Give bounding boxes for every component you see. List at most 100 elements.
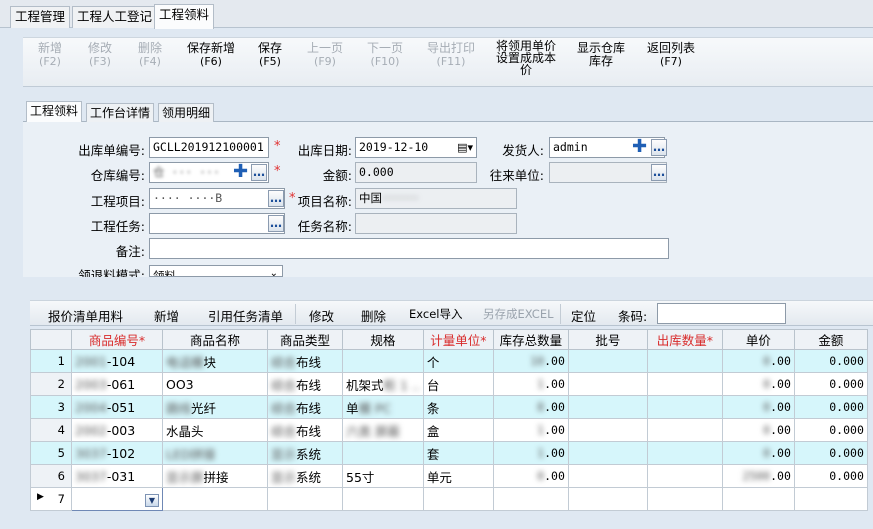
new-row-cell[interactable] [492, 487, 569, 511]
row-number[interactable]: 1 [30, 349, 72, 373]
cell-amount[interactable]: 0.000 [793, 441, 868, 465]
table-row[interactable]: 5 3037-102 LED拼接 显示系统套 1.00 0.00 0.000 [30, 441, 868, 465]
sender-field[interactable]: admin [549, 137, 665, 158]
new-row-cell[interactable] [162, 487, 268, 511]
remark-field[interactable] [149, 238, 669, 259]
delete-button[interactable]: 删除 (F4) [133, 42, 167, 69]
tab-material-requisition[interactable]: 工程领料 [26, 101, 83, 123]
out-no-field[interactable]: GCLL201912100001 [149, 137, 269, 158]
cell-spec[interactable] [342, 349, 424, 373]
col-batch-no[interactable]: 批号 [567, 329, 648, 350]
cell-product-code[interactable]: 2001-104 [71, 349, 163, 373]
cell-product-name[interactable]: OO3 [162, 372, 268, 396]
cell-amount[interactable]: 0.000 [793, 395, 868, 419]
cell-amount[interactable]: 0.000 [793, 464, 868, 488]
cell-product-type[interactable]: 综合布线 [267, 418, 343, 442]
export-print-button[interactable]: 导出打印 (F11) [423, 42, 479, 69]
cell-batch-no[interactable] [567, 395, 648, 419]
cell-out-qty[interactable] [646, 349, 723, 373]
cell-unit[interactable]: 台 [422, 372, 494, 396]
cell-unit[interactable]: 盒 [422, 418, 494, 442]
cell-product-name[interactable]: 电话模块 [162, 349, 268, 373]
table-row[interactable]: 4 2002-003 水晶头 综合布线 六类 屏蔽盒 1.00 0.00 0.000 [30, 418, 868, 442]
mode-dropdown-icon[interactable]: ⌄ [270, 266, 278, 276]
row-number[interactable]: 4 [30, 418, 72, 442]
save-as-excel-button[interactable]: 另存成EXCEL [483, 306, 554, 322]
cell-product-code[interactable]: 2003-061 [71, 372, 163, 396]
excel-import-button[interactable]: Excel导入 [409, 306, 462, 322]
table-row[interactable]: 1 2001-104 电话模块 综合布线个 10.00 0.00 0.000 [30, 349, 868, 373]
tab-workbench-details[interactable]: 工作台详情 [86, 103, 155, 123]
cell-unit-price[interactable]: 0.00 [721, 395, 795, 419]
save-button[interactable]: 保存 (F5) [253, 42, 287, 69]
project-browse-button[interactable]: … [268, 190, 284, 207]
show-stock-button[interactable]: 显示仓库 库存 [573, 42, 629, 68]
cell-product-type[interactable]: 显示系统 [267, 464, 343, 488]
cell-product-code[interactable]: 3037-031 [71, 464, 163, 488]
row-number[interactable]: 5 [30, 441, 72, 465]
modify-row-button[interactable]: 修改 [309, 306, 334, 325]
cell-stock-total[interactable]: 10.00 [492, 349, 569, 373]
new-row-product-code-cell[interactable]: ▼ [71, 487, 163, 511]
cell-product-type[interactable]: 显示系统 [267, 441, 343, 465]
task-browse-button[interactable]: … [268, 215, 284, 232]
cell-product-type[interactable]: 综合布线 [267, 372, 343, 396]
table-row[interactable]: 3 2004-051 跳线光纤 综合布线 单模 PC 条 8.00 0.00 0.000 [30, 395, 868, 419]
cell-amount[interactable]: 0.000 [793, 418, 868, 442]
cell-spec[interactable]: 机架式柜 1 .. [342, 372, 424, 396]
sender-browse-button[interactable]: … [651, 139, 667, 156]
new-row-cell[interactable] [646, 487, 723, 511]
cell-batch-no[interactable] [567, 418, 648, 442]
tab-project-material-requisition[interactable]: 工程领料 [154, 4, 215, 29]
cell-out-qty[interactable] [646, 395, 723, 419]
cell-out-qty[interactable] [646, 372, 723, 396]
cell-stock-total[interactable]: 8.00 [492, 395, 569, 419]
cell-stock-total[interactable]: 1.00 [492, 441, 569, 465]
new-row[interactable]: ▶ 7 ▼ [30, 487, 868, 511]
cell-batch-no[interactable] [567, 464, 648, 488]
new-row-cell[interactable] [567, 487, 648, 511]
col-spec[interactable]: 规格 [342, 329, 424, 350]
cell-unit-price[interactable]: 0.00 [721, 349, 795, 373]
col-amount[interactable]: 金额 [793, 329, 868, 350]
cell-stock-total[interactable]: 1.00 [492, 418, 569, 442]
tab-project-management[interactable]: 工程管理 [10, 6, 71, 28]
warehouse-browse-button[interactable]: … [251, 164, 267, 181]
add-sender-icon[interactable]: ✚ [632, 138, 647, 156]
barcode-input[interactable] [657, 303, 786, 324]
tab-project-labor-registration[interactable]: 工程人工登记 [72, 6, 158, 28]
reference-task-list-button[interactable]: 引用任务清单 [208, 306, 283, 325]
cell-unit[interactable]: 套 [422, 441, 494, 465]
cell-stock-total[interactable]: 0.00 [492, 464, 569, 488]
delete-row-button[interactable]: 删除 [361, 306, 386, 325]
cell-product-name[interactable]: 跳线光纤 [162, 395, 268, 419]
tab-usage-details[interactable]: 领用明细 [158, 103, 215, 123]
new-row-cell[interactable] [793, 487, 868, 511]
row-number[interactable]: 3 [30, 395, 72, 419]
col-product-name[interactable]: 商品名称 [162, 329, 268, 350]
col-out-qty[interactable]: 出库数量* [646, 329, 723, 350]
mode-select[interactable]: 领料 ⌄ [149, 265, 283, 277]
cell-product-code[interactable]: 2004-051 [71, 395, 163, 419]
cell-out-qty[interactable] [646, 441, 723, 465]
cell-batch-no[interactable] [567, 349, 648, 373]
new-row-cell[interactable] [721, 487, 795, 511]
new-row-cell[interactable] [267, 487, 343, 511]
out-date-field[interactable]: 2019-12-10 ▤▾ [355, 137, 477, 158]
cell-unit-price[interactable]: 0.00 [721, 372, 795, 396]
cell-amount[interactable]: 0.000 [793, 349, 868, 373]
new-button[interactable]: 新增 (F2) [33, 42, 67, 69]
cell-batch-no[interactable] [567, 372, 648, 396]
cell-product-code[interactable]: 3037-102 [71, 441, 163, 465]
task-field[interactable] [149, 213, 285, 234]
row-number[interactable]: ▶ 7 [30, 487, 72, 511]
project-field[interactable]: ···· ····B [149, 188, 285, 209]
cell-unit[interactable]: 个 [422, 349, 494, 373]
cell-spec[interactable] [342, 441, 424, 465]
cell-product-code[interactable]: 2002-003 [71, 418, 163, 442]
col-stock-total[interactable]: 库存总数量 [492, 329, 569, 350]
table-row[interactable]: 6 3037-031 显示屏拼接 显示系统 55寸 单元 0.00 2500.00 0.000 [30, 464, 868, 488]
modify-button[interactable]: 修改 (F3) [83, 42, 117, 69]
locate-button[interactable]: 定位 [571, 306, 596, 325]
cell-out-qty[interactable] [646, 418, 723, 442]
